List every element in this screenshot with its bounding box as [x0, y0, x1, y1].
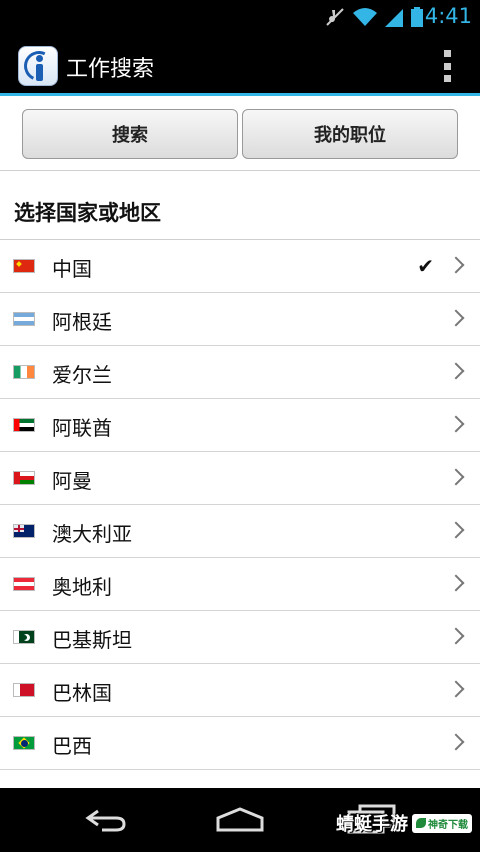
- main-content: 搜索 我的职位 选择国家或地区 中国 ✔ 阿根廷 爱尔兰 阿联酋 阿曼 澳大利亚…: [0, 96, 480, 788]
- country-name: 中国: [52, 257, 92, 281]
- app-title: 工作搜索: [66, 57, 155, 82]
- flag-uae-icon: [13, 418, 35, 432]
- country-name: 奥地利: [52, 575, 112, 599]
- chevron-right-icon: [447, 415, 465, 433]
- country-name: 阿联酋: [52, 416, 112, 440]
- overflow-menu-icon[interactable]: [444, 50, 452, 82]
- leaf-icon: [416, 818, 426, 828]
- status-bar: 4:41: [0, 0, 480, 34]
- list-item-brazil[interactable]: 巴西: [0, 717, 480, 770]
- back-icon[interactable]: [84, 808, 128, 832]
- country-name: 巴西: [52, 734, 92, 758]
- my-jobs-button[interactable]: 我的职位: [242, 109, 458, 159]
- list-item-oman[interactable]: 阿曼: [0, 452, 480, 505]
- flag-china-icon: [13, 259, 35, 273]
- chevron-right-icon: [447, 256, 465, 274]
- flag-bahrain-icon: [13, 683, 35, 697]
- mute-icon: [326, 8, 344, 26]
- watermark-text: 蜻蜓手游: [336, 814, 408, 835]
- chevron-right-icon: [447, 468, 465, 486]
- flag-brazil-icon: [13, 736, 35, 750]
- section-title: 选择国家或地区: [14, 201, 161, 225]
- list-item-pakistan[interactable]: 巴基斯坦: [0, 611, 480, 664]
- list-item-uae[interactable]: 阿联酋: [0, 399, 480, 452]
- search-button[interactable]: 搜索: [22, 109, 238, 159]
- chevron-right-icon: [447, 733, 465, 751]
- chevron-right-icon: [447, 309, 465, 327]
- watermark: 蜻蜓手游 神奇下载: [336, 810, 472, 836]
- country-name: 澳大利亚: [52, 522, 132, 546]
- list-item-australia[interactable]: 澳大利亚: [0, 505, 480, 558]
- country-name: 巴林国: [52, 681, 112, 705]
- status-time: 4:41: [424, 4, 472, 28]
- chevron-right-icon: [447, 362, 465, 380]
- list-item-austria[interactable]: 奥地利: [0, 558, 480, 611]
- action-bar: 工作搜索: [0, 34, 480, 96]
- flag-pakistan-icon: [13, 630, 35, 644]
- flag-argentina-icon: [13, 312, 35, 326]
- list-item-ireland[interactable]: 爱尔兰: [0, 346, 480, 399]
- chevron-right-icon: [447, 627, 465, 645]
- country-name: 巴基斯坦: [52, 628, 132, 652]
- battery-icon: [411, 7, 423, 27]
- chevron-right-icon: [447, 574, 465, 592]
- check-icon: ✔: [417, 254, 434, 278]
- chevron-right-icon: [447, 680, 465, 698]
- flag-ireland-icon: [13, 365, 35, 379]
- flag-oman-icon: [13, 471, 35, 485]
- watermark-badge: 神奇下载: [412, 813, 472, 833]
- flag-austria-icon: [13, 577, 35, 591]
- list-item-bahrain[interactable]: 巴林国: [0, 664, 480, 717]
- country-list: 中国 ✔ 阿根廷 爱尔兰 阿联酋 阿曼 澳大利亚 奥地利 巴基斯坦 巴林国 巴西: [0, 240, 480, 770]
- list-item-argentina[interactable]: 阿根廷: [0, 293, 480, 346]
- wifi-icon: [353, 8, 377, 26]
- section-header: 选择国家或地区: [0, 171, 480, 240]
- flag-australia-icon: [13, 524, 35, 538]
- navigation-bar: 蜻蜓手游 神奇下载: [0, 788, 480, 852]
- country-name: 阿曼: [52, 469, 92, 493]
- country-name: 阿根廷: [52, 310, 112, 334]
- indeed-logo-icon[interactable]: [18, 46, 59, 86]
- signal-icon: [385, 9, 403, 27]
- button-bar: 搜索 我的职位: [0, 96, 480, 171]
- chevron-right-icon: [447, 521, 465, 539]
- watermark-badge-text: 神奇下载: [428, 819, 468, 831]
- country-name: 爱尔兰: [52, 363, 112, 387]
- status-icons: [324, 5, 424, 29]
- list-item-china[interactable]: 中国 ✔: [0, 240, 480, 293]
- home-icon[interactable]: [214, 806, 266, 832]
